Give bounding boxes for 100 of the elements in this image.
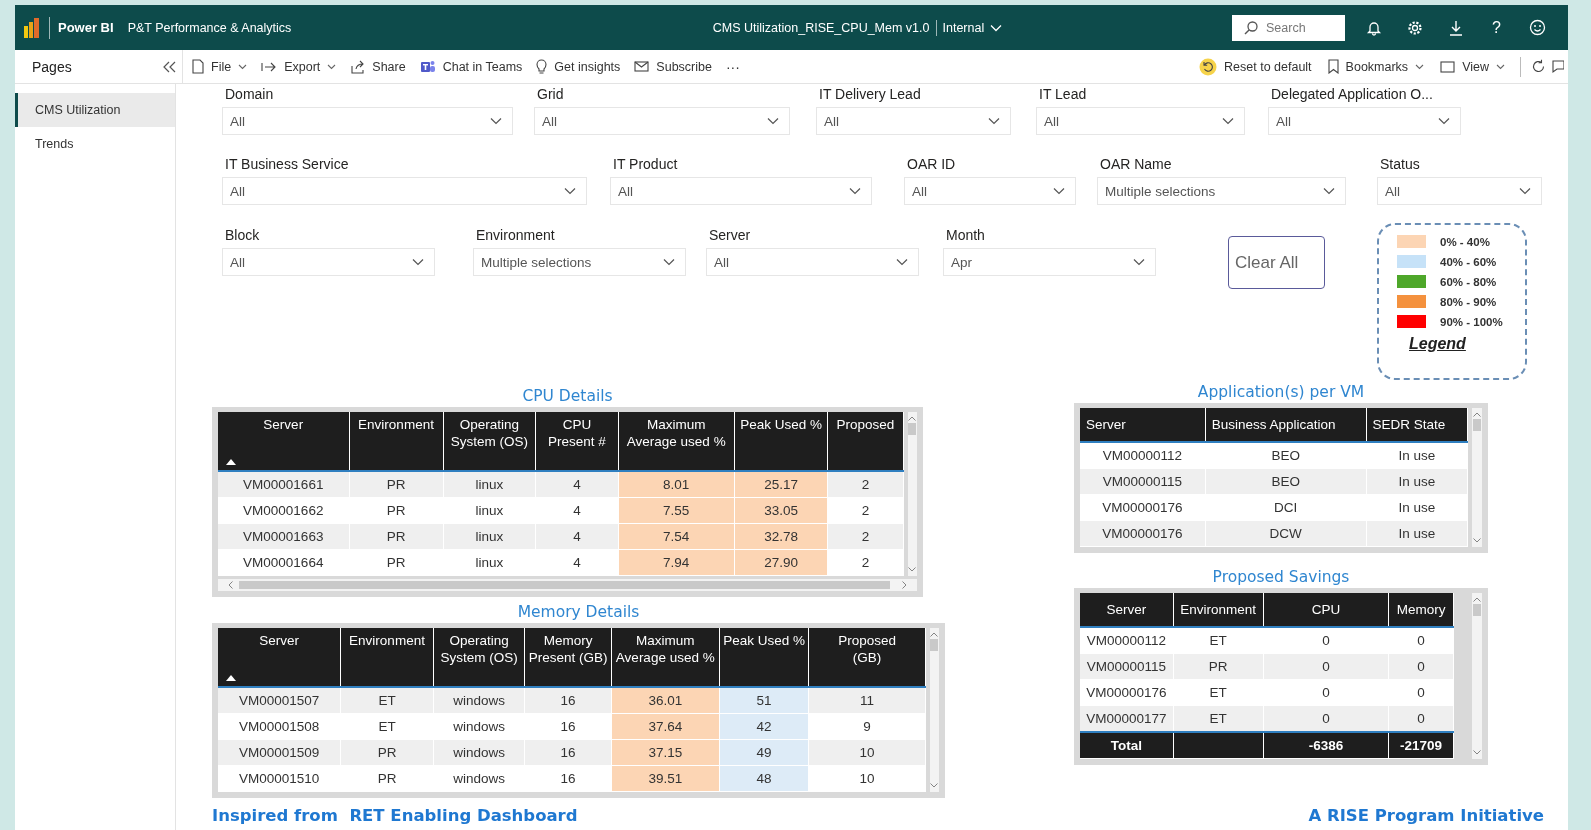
column-header[interactable]: Proposed (GB) [808, 628, 926, 687]
scrollbar[interactable] [218, 579, 917, 591]
table-cell: linux [443, 497, 536, 524]
table-cell: 8.01 [618, 471, 735, 498]
chevron-down-icon [988, 117, 1000, 125]
table-cell: 4 [535, 523, 619, 550]
table-cell: ET [340, 687, 434, 714]
filter-dropdown[interactable]: All [904, 177, 1076, 205]
toolbar-button[interactable]: Reset to default [1194, 54, 1317, 79]
toolbar-button[interactable]: Share [345, 56, 411, 77]
toolbar-button[interactable]: Subscribe [629, 56, 717, 77]
chevron-down-icon [849, 187, 861, 195]
filter-dropdown[interactable]: Multiple selections [473, 248, 686, 276]
table-cell: linux [443, 549, 536, 576]
table-cell: PR [349, 471, 443, 498]
chevron-down-icon [1438, 117, 1450, 125]
column-header[interactable]: Server [1080, 408, 1206, 442]
table-cell: 32.78 [734, 523, 828, 550]
table-title: Application(s) per VM [1196, 382, 1366, 402]
table-cell: 11 [808, 687, 926, 714]
app-name: Power BI [58, 20, 114, 35]
column-header[interactable]: Business Application [1205, 408, 1366, 442]
sensitivity-dropdown[interactable]: Internal [942, 20, 1003, 35]
toolbar-button[interactable]: Get insights [531, 56, 626, 77]
table-cell: BEO [1205, 468, 1366, 495]
search-icon [1244, 20, 1258, 35]
column-header[interactable]: Server [1080, 593, 1174, 627]
table-cell: VM00001507 [218, 687, 341, 714]
filter-dropdown[interactable]: All [706, 248, 919, 276]
table-title: Proposed Savings [1211, 567, 1351, 587]
filter-dropdown[interactable]: All [222, 107, 513, 135]
toolbar-button[interactable]: View [1435, 56, 1510, 77]
toolbar-button[interactable]: File [187, 56, 253, 77]
scrollbar-thumb[interactable] [239, 581, 890, 589]
table-cell: 10 [808, 739, 926, 766]
column-header[interactable]: CPU Present # [535, 412, 619, 471]
filter-dropdown[interactable]: All [222, 248, 435, 276]
column-header[interactable]: Server [218, 412, 349, 471]
app-logo [23, 16, 41, 39]
column-header[interactable]: Operating System (OS) [433, 628, 525, 687]
filter-dropdown[interactable]: All [1036, 107, 1245, 135]
envelope-icon [634, 61, 650, 72]
toolbar-button[interactable]: Export [256, 56, 342, 77]
scrollbar[interactable] [1472, 408, 1482, 547]
column-header[interactable]: Memory [1388, 593, 1454, 627]
scrollbar-thumb[interactable] [908, 423, 917, 435]
filter-dropdown[interactable]: Apr [943, 248, 1156, 276]
column-header[interactable]: Proposed [827, 412, 903, 471]
table-cell: 48 [719, 765, 809, 792]
toolbar-button[interactable]: Chat in Teams [414, 56, 528, 77]
workspace-name[interactable]: P&T Performance & Analytics [127, 20, 292, 35]
table-cell: 4 [535, 471, 619, 498]
chevron-down-icon [767, 117, 779, 125]
chevron-down-icon [1133, 258, 1145, 266]
scrollbar[interactable] [907, 412, 917, 576]
toolbar-button[interactable]: Bookmarks [1322, 56, 1430, 77]
page-tab[interactable]: Trends [15, 127, 175, 161]
help-button[interactable]: ? [1476, 17, 1517, 38]
chevron-down-icon [1519, 187, 1531, 195]
settings-icon [1406, 19, 1423, 36]
column-header[interactable]: Environment [349, 412, 443, 471]
filter-dropdown[interactable]: All [1268, 107, 1461, 135]
double-chevron-icon [162, 60, 176, 73]
filter-dropdown[interactable]: All [534, 107, 790, 135]
legend-title: Legend [1409, 335, 1467, 353]
column-header[interactable]: Environment [1173, 593, 1264, 627]
clear-all-button[interactable]: Clear All [1228, 236, 1325, 289]
filter-dropdown[interactable]: Multiple selections [1097, 177, 1346, 205]
page-tab[interactable]: CMS Utilization [15, 93, 175, 127]
column-header[interactable]: Environment [340, 628, 434, 687]
filter-dropdown[interactable]: All [1377, 177, 1542, 205]
column-header[interactable]: Operating System (OS) [443, 412, 536, 471]
search-input[interactable]: Search [1266, 20, 1336, 35]
table-cell: VM00000176 [1080, 494, 1206, 521]
filter-label: IT Product [612, 156, 679, 172]
scrollbar-thumb[interactable] [1473, 604, 1481, 616]
column-header[interactable]: Peak Used % [734, 412, 828, 471]
scrollbar[interactable] [1472, 593, 1482, 759]
more-button[interactable]: ··· [720, 55, 745, 78]
total-cell: -21709 [1388, 732, 1454, 759]
document-icon [192, 59, 204, 74]
table-cell: ET [340, 713, 434, 740]
column-header[interactable]: Server [218, 628, 341, 687]
column-header[interactable]: Memory Present (GB) [524, 628, 612, 687]
undo-icon [1199, 57, 1218, 76]
column-header[interactable]: CPU [1263, 593, 1389, 627]
column-header[interactable]: Peak Used % [719, 628, 809, 687]
column-header[interactable]: Maximum Average used % [611, 628, 720, 687]
filter-dropdown[interactable]: All [816, 107, 1011, 135]
table-title: Memory Details [516, 602, 641, 622]
scrollbar-thumb[interactable] [930, 639, 939, 651]
chevron-down-icon [896, 258, 908, 266]
filter-dropdown[interactable]: All [610, 177, 872, 205]
column-header[interactable]: SEDR State [1366, 408, 1468, 442]
search-box[interactable]: Search [1232, 14, 1345, 41]
scrollbar-thumb[interactable] [1473, 419, 1482, 431]
scrollbar[interactable] [929, 628, 939, 792]
filter-dropdown[interactable]: All [222, 177, 587, 205]
column-header[interactable]: Maximum Average used % [618, 412, 735, 471]
table-cell: VM00000115 [1080, 468, 1206, 495]
